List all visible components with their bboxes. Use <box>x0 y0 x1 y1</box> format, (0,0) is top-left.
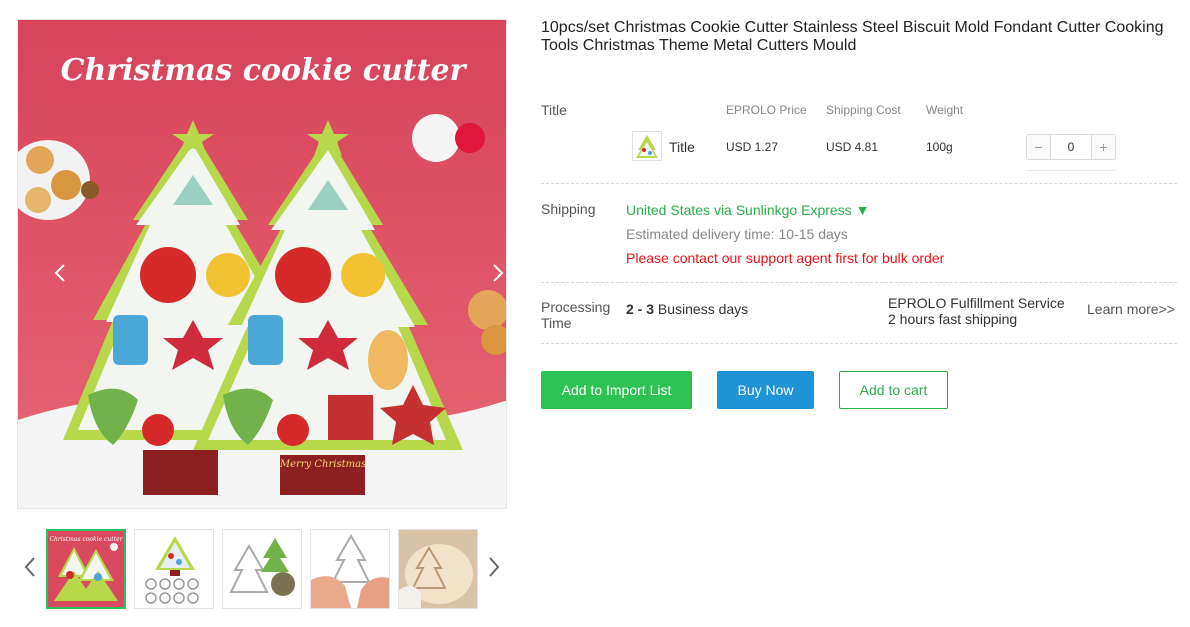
quantity-decrease-button[interactable]: − <box>1027 135 1051 159</box>
processing-days: 2 - 3 Business days <box>626 301 748 317</box>
quantity-stepper: − + <box>1026 134 1116 160</box>
shipping-label: Shipping <box>541 201 596 217</box>
add-to-cart-button[interactable]: Add to cart <box>839 371 948 409</box>
shipping-method-dropdown[interactable]: United States via Sunlinkgo Express ▼ <box>626 202 869 218</box>
variant-shipping-cost: USD 4.81 <box>826 140 879 154</box>
image-banner-text: Christmas cookie cutter <box>61 53 468 88</box>
chevron-right-icon <box>492 263 504 283</box>
bulk-order-warning: Please contact our support agent first f… <box>626 250 945 266</box>
section-divider <box>541 282 1177 283</box>
variant-section-label: Title <box>541 102 567 118</box>
plus-icon: + <box>1099 139 1108 155</box>
weight-column-header: Weight <box>926 103 964 117</box>
chevron-right-icon <box>488 556 500 583</box>
main-product-image[interactable]: Christmas cookie cutter Merry Christmas <box>17 19 507 509</box>
thumbnail-prev-button[interactable] <box>20 555 40 583</box>
thumbnail-next-button[interactable] <box>484 555 504 583</box>
fulfillment-service-info: EPROLO Fulfillment Service 2 hours fast … <box>888 295 1065 327</box>
price-column-header: EPROLO Price <box>726 103 807 117</box>
thumbnail-2[interactable] <box>134 529 214 609</box>
processing-time-label: Processing Time <box>541 299 611 331</box>
quantity-increase-button[interactable]: + <box>1091 135 1115 159</box>
thumbnail-1[interactable]: Christmas cookie cutter <box>46 529 126 609</box>
image-tag-text: Merry Christmas <box>279 459 366 470</box>
shipping-cost-column-header: Shipping Cost <box>826 103 901 117</box>
fulfillment-service-name: EPROLO Fulfillment Service <box>888 295 1065 311</box>
variant-thumbnail[interactable] <box>632 131 662 161</box>
thumbnail-1-text: Christmas cookie cutter <box>49 536 123 543</box>
variant-name: Title <box>669 139 695 155</box>
fulfillment-service-speed: 2 hours fast shipping <box>888 311 1018 327</box>
row-divider <box>1026 170 1116 171</box>
thumbnail-4[interactable] <box>310 529 390 609</box>
processing-days-range: 2 - 3 <box>626 301 655 317</box>
add-to-import-list-button[interactable]: Add to Import List <box>541 371 692 409</box>
chevron-left-icon <box>24 556 36 583</box>
variant-price: USD 1.27 <box>726 140 779 154</box>
gallery-prev-button[interactable] <box>48 258 72 288</box>
learn-more-link[interactable]: Learn more>> <box>1087 301 1175 317</box>
section-divider <box>541 183 1177 184</box>
product-title: 10pcs/set Christmas Cookie Cutter Stainl… <box>541 19 1164 54</box>
minus-icon: − <box>1034 139 1043 155</box>
gallery-next-button[interactable] <box>486 258 506 288</box>
thumbnail-strip: Christmas cookie cutter <box>18 529 508 609</box>
delivery-estimate: Estimated delivery time: 10-15 days <box>626 226 848 242</box>
quantity-input[interactable] <box>1051 135 1091 159</box>
variant-weight: 100g <box>926 140 953 154</box>
chevron-left-icon <box>54 263 66 283</box>
buy-now-button[interactable]: Buy Now <box>717 371 814 409</box>
thumbnail-3[interactable] <box>222 529 302 609</box>
processing-days-unit: Business days <box>654 301 749 317</box>
section-divider <box>541 343 1177 344</box>
thumbnail-5[interactable] <box>398 529 478 609</box>
